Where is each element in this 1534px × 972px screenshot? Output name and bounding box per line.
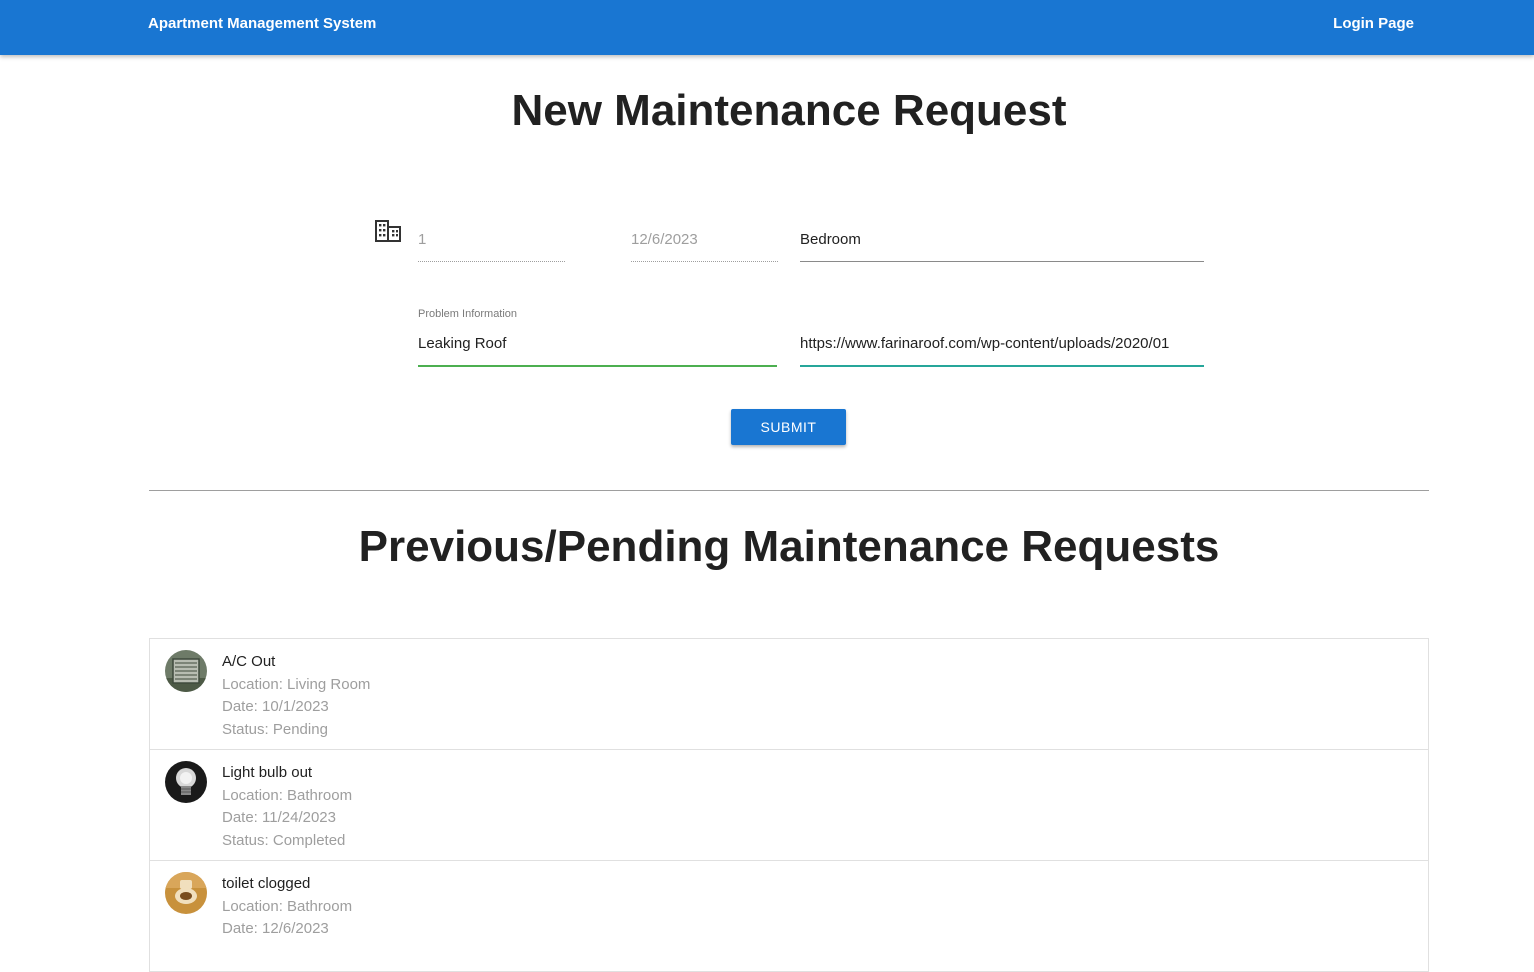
request-location: Location: Living Room xyxy=(222,675,371,693)
request-location: Location: Bathroom xyxy=(222,786,353,804)
requests-list: A/C Out Location: Living Room Date: 10/1… xyxy=(149,638,1429,972)
image-url-value: https://www.farinaroof.com/wp-content/up… xyxy=(800,335,1170,352)
location-select[interactable]: Bedroom xyxy=(800,228,1204,262)
list-item[interactable]: toilet clogged Location: Bathroom Date: … xyxy=(150,861,1428,972)
request-title: Light bulb out xyxy=(222,764,313,781)
problem-information-field[interactable]: Problem Information Leaking Roof xyxy=(418,308,777,367)
list-item[interactable]: Light bulb out Location: Bathroom Date: … xyxy=(150,750,1428,861)
request-title: toilet clogged xyxy=(222,875,311,892)
apartment-number-field[interactable]: 1 xyxy=(418,228,565,262)
location-value: Bedroom xyxy=(800,231,861,248)
toilet-photo-icon xyxy=(165,872,207,914)
request-date: Date: 10/1/2023 xyxy=(222,698,329,715)
app-bar: Apartment Management System Login Page xyxy=(0,0,1534,55)
submit-button[interactable]: SUBMIT xyxy=(731,409,846,445)
request-location: Location: Bathroom xyxy=(222,897,353,915)
section-divider xyxy=(149,490,1429,491)
air-conditioner-photo-icon xyxy=(165,650,207,692)
date-value: 12/6/2023 xyxy=(631,231,698,248)
new-request-heading: New Maintenance Request xyxy=(511,86,1067,135)
request-title: A/C Out xyxy=(222,653,276,670)
previous-requests-heading: Previous/Pending Maintenance Requests xyxy=(358,522,1220,571)
list-item[interactable]: A/C Out Location: Living Room Date: 10/1… xyxy=(150,639,1428,750)
image-url-field[interactable]: https://www.farinaroof.com/wp-content/up… xyxy=(800,308,1204,367)
light-bulb-photo-icon xyxy=(165,761,207,803)
app-title-link[interactable]: Apartment Management System xyxy=(148,15,376,32)
apartment-number-value: 1 xyxy=(418,231,427,248)
building-icon xyxy=(374,219,402,243)
login-page-link[interactable]: Login Page xyxy=(1333,15,1414,32)
problem-information-value: Leaking Roof xyxy=(418,335,507,352)
request-date: Date: 12/6/2023 xyxy=(222,920,329,937)
problem-information-label: Problem Information xyxy=(418,308,518,320)
request-status: Status: Completed xyxy=(222,831,346,849)
request-status: Status: Pending xyxy=(222,720,328,738)
date-field[interactable]: 12/6/2023 xyxy=(631,228,778,262)
request-date: Date: 11/24/2023 xyxy=(222,809,336,826)
